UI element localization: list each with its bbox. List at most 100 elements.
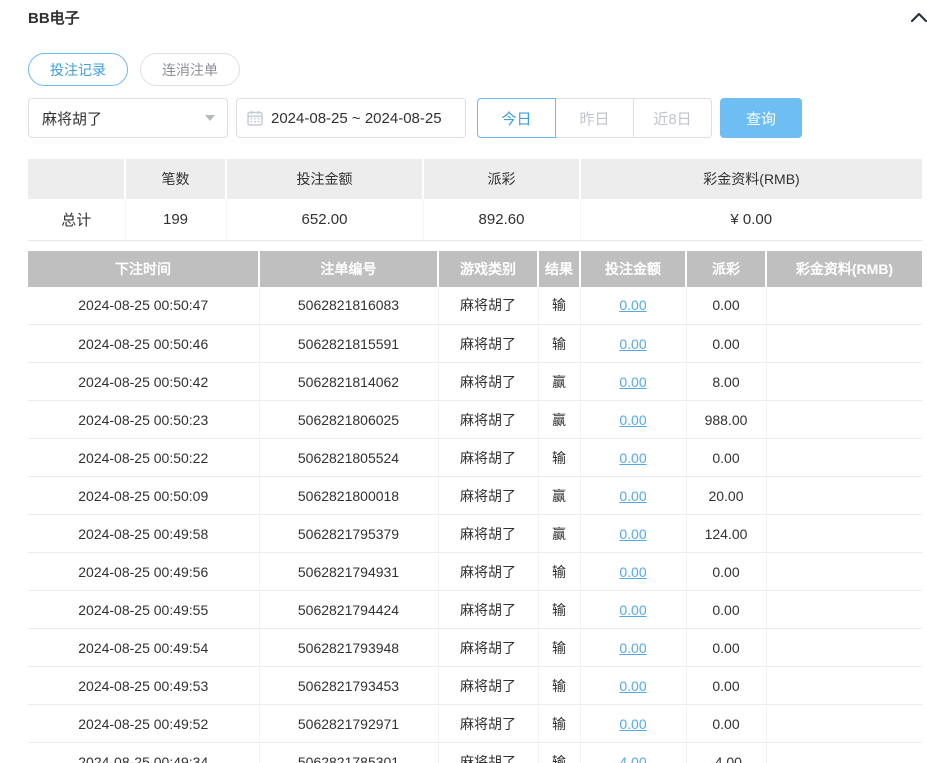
result-cell: 输 <box>538 743 580 763</box>
bet-time-cell: 2024-08-25 00:50:23 <box>28 401 259 439</box>
bonus-cell <box>766 439 922 477</box>
collapse-button[interactable] <box>908 6 927 28</box>
bet-amount-link[interactable]: 0.00 <box>619 488 646 504</box>
bet-amount-link[interactable]: 0.00 <box>619 564 646 580</box>
payout-cell: 988.00 <box>686 401 766 439</box>
bet-amount-cell: 0.00 <box>580 287 686 325</box>
bet-amount-cell: 0.00 <box>580 439 686 477</box>
bet-amount-link[interactable]: 0.00 <box>619 640 646 656</box>
today-button[interactable]: 今日 <box>477 98 556 138</box>
game-type-cell: 麻将胡了 <box>438 439 538 477</box>
col-game-type: 游戏类别 <box>438 251 538 287</box>
payout-cell: 0.00 <box>686 287 766 325</box>
table-row: 2024-08-25 00:50:475062821816083麻将胡了输0.0… <box>28 287 922 325</box>
bet-time-cell: 2024-08-25 00:49:58 <box>28 515 259 553</box>
game-type-cell: 麻将胡了 <box>438 629 538 667</box>
bonus-cell <box>766 401 922 439</box>
bonus-cell <box>766 591 922 629</box>
table-row: 2024-08-25 00:50:465062821815591麻将胡了输0.0… <box>28 325 922 363</box>
bet-amount-link[interactable]: 0.00 <box>619 450 646 466</box>
bet-time-cell: 2024-08-25 00:49:34 <box>28 743 259 763</box>
bonus-cell <box>766 667 922 705</box>
result-cell: 赢 <box>538 363 580 401</box>
table-row: 2024-08-25 00:49:545062821793948麻将胡了输0.0… <box>28 629 922 667</box>
bet-amount-link[interactable]: 0.00 <box>619 336 646 352</box>
search-button[interactable]: 查询 <box>720 98 802 138</box>
bet-amount-link[interactable]: 0.00 <box>619 602 646 618</box>
bonus-cell <box>766 743 922 763</box>
game-type-cell: 麻将胡了 <box>438 705 538 743</box>
bet-amount-link[interactable]: 0.00 <box>619 297 646 313</box>
bet-amount-link[interactable]: 4.00 <box>619 754 646 763</box>
bet-amount-cell: 0.00 <box>580 325 686 363</box>
tab-bet-records[interactable]: 投注记录 <box>28 53 128 86</box>
bet-amount-cell: 0.00 <box>580 363 686 401</box>
bonus-cell <box>766 553 922 591</box>
bet-time-cell: 2024-08-25 00:50:46 <box>28 325 259 363</box>
result-cell: 赢 <box>538 401 580 439</box>
game-type-cell: 麻将胡了 <box>438 477 538 515</box>
bet-amount-cell: 0.00 <box>580 515 686 553</box>
payout-cell: -4.00 <box>686 743 766 763</box>
yesterday-button[interactable]: 昨日 <box>555 98 634 138</box>
bet-amount-cell: 4.00 <box>580 743 686 763</box>
table-row: 2024-08-25 00:49:345062821785301麻将胡了输4.0… <box>28 743 922 763</box>
bonus-cell <box>766 287 922 325</box>
bet-amount-link[interactable]: 0.00 <box>619 374 646 390</box>
table-row: 2024-08-25 00:50:235062821806025麻将胡了赢0.0… <box>28 401 922 439</box>
date-range-input[interactable]: 2024-08-25 ~ 2024-08-25 <box>236 98 466 138</box>
bet-time-cell: 2024-08-25 00:49:55 <box>28 591 259 629</box>
game-type-cell: 麻将胡了 <box>438 363 538 401</box>
table-row: 2024-08-25 00:49:535062821793453麻将胡了输0.0… <box>28 667 922 705</box>
game-select[interactable]: 麻将胡了 <box>28 98 228 138</box>
payout-cell: 0.00 <box>686 553 766 591</box>
table-row: 2024-08-25 00:50:425062821814062麻将胡了赢0.0… <box>28 363 922 401</box>
order-number-cell: 5062821793453 <box>259 667 438 705</box>
bb-dianzi-panel: BB电子 投注记录 连消注单 麻将胡了 2024-08-25 ~ 2024-08… <box>28 0 922 763</box>
order-number-cell: 5062821806025 <box>259 401 438 439</box>
order-number-cell: 5062821794931 <box>259 553 438 591</box>
table-row: 2024-08-25 00:49:525062821792971麻将胡了输0.0… <box>28 705 922 743</box>
order-number-cell: 5062821815591 <box>259 325 438 363</box>
date-range-value: 2024-08-25 ~ 2024-08-25 <box>271 110 442 127</box>
payout-cell: 8.00 <box>686 363 766 401</box>
bet-amount-cell: 0.00 <box>580 477 686 515</box>
payout-cell: 0.00 <box>686 705 766 743</box>
bonus-cell <box>766 705 922 743</box>
summary-total-count: 199 <box>125 199 226 240</box>
tab-cancelled-orders[interactable]: 连消注单 <box>140 53 240 86</box>
summary-total-payout: 892.60 <box>423 199 580 240</box>
order-number-cell: 5062821814062 <box>259 363 438 401</box>
order-number-cell: 5062821792971 <box>259 705 438 743</box>
game-type-cell: 麻将胡了 <box>438 515 538 553</box>
summary-col-bonus: 彩金资料(RMB) <box>580 159 922 199</box>
bet-time-cell: 2024-08-25 00:49:56 <box>28 553 259 591</box>
bonus-cell <box>766 363 922 401</box>
order-number-cell: 5062821800018 <box>259 477 438 515</box>
order-number-cell: 5062821795379 <box>259 515 438 553</box>
chevron-down-icon <box>205 115 215 121</box>
bet-time-cell: 2024-08-25 00:50:47 <box>28 287 259 325</box>
summary-col-bet-amount: 投注金额 <box>226 159 423 199</box>
result-cell: 输 <box>538 439 580 477</box>
col-bet-time: 下注时间 <box>28 251 259 287</box>
summary-total-bet-amount: 652.00 <box>226 199 423 240</box>
col-result: 结果 <box>538 251 580 287</box>
bet-amount-link[interactable]: 0.00 <box>619 526 646 542</box>
bet-amount-link[interactable]: 0.00 <box>619 412 646 428</box>
bet-amount-cell: 0.00 <box>580 629 686 667</box>
bet-amount-link[interactable]: 0.00 <box>619 678 646 694</box>
bonus-cell <box>766 629 922 667</box>
table-row: 2024-08-25 00:50:225062821805524麻将胡了输0.0… <box>28 439 922 477</box>
summary-total-row: 总计 199 652.00 892.60 ¥ 0.00 <box>28 199 922 240</box>
bonus-cell <box>766 477 922 515</box>
table-row: 2024-08-25 00:49:585062821795379麻将胡了赢0.0… <box>28 515 922 553</box>
result-cell: 输 <box>538 287 580 325</box>
bet-amount-link[interactable]: 0.00 <box>619 716 646 732</box>
chevron-up-icon <box>911 12 927 22</box>
result-cell: 输 <box>538 591 580 629</box>
table-row: 2024-08-25 00:49:555062821794424麻将胡了输0.0… <box>28 591 922 629</box>
order-number-cell: 5062821816083 <box>259 287 438 325</box>
last-8-days-button[interactable]: 近8日 <box>633 98 712 138</box>
order-number-cell: 5062821793948 <box>259 629 438 667</box>
